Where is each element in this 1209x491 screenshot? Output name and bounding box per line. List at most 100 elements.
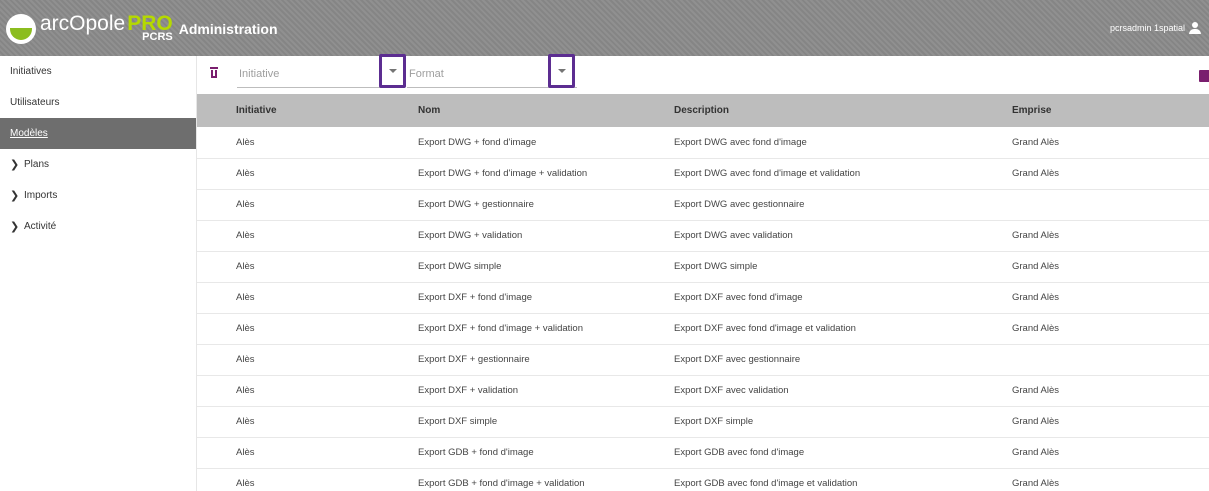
cell-emprise: Grand Alès: [1012, 447, 1059, 458]
table-header-row: Initiative Nom Description Emprise: [197, 94, 1209, 127]
table-row[interactable]: Alès Export DXF + gestionnaire Export DXF …: [197, 344, 1209, 375]
cell-initiative: Alès: [236, 261, 255, 272]
table-row[interactable]: Alès Export DWG + fond d'image + validati…: [197, 158, 1209, 189]
cell-nom: Export DXF + fond d'image: [418, 292, 533, 303]
cell-description: Export GDB avec fond d'image: [674, 447, 805, 458]
cell-emprise: Grand Alès: [1012, 136, 1059, 148]
export-icon[interactable]: [1199, 70, 1209, 82]
cell-description: Export DXF avec validation: [674, 385, 789, 396]
cell-initiative: Alès: [236, 447, 255, 458]
cell-nom: Export GDB + fond d'image + validation: [418, 478, 585, 489]
table-row[interactable]: Alès Export DXF + fond d'image Export DXF …: [197, 282, 1209, 313]
person-icon[interactable]: [1189, 22, 1201, 34]
sidebar: Initiatives Utilisateurs Modèles ❯ Plans…: [0, 56, 197, 491]
cell-emprise: Grand Alès: [1012, 168, 1059, 179]
cell-emprise: Grand Alès: [1012, 292, 1059, 303]
cell-nom: Export DWG simple: [418, 261, 502, 272]
cell-description: Export DXF simple: [674, 416, 754, 427]
cell-description: Export DXF avec fond d'image: [674, 292, 803, 303]
chevron-right-icon: ❯: [10, 190, 20, 202]
logo-sub-text: PCRS: [142, 31, 173, 43]
table-row[interactable]: Alès Export GDB + fond d'image Export GDB …: [197, 437, 1209, 468]
column-header-nom[interactable]: Nom: [418, 94, 674, 127]
cell-description: Export DXF avec fond d'image et validati…: [674, 323, 856, 334]
table-row[interactable]: Alès Export DXF simple Export DXF simple Gr…: [197, 406, 1209, 437]
cell-nom: Export DWG + validation: [418, 230, 523, 241]
cell-description: Export DWG avec fond d'image: [674, 136, 807, 148]
chevron-down-icon: [557, 69, 566, 73]
cell-emprise: [1012, 344, 1209, 375]
table-row[interactable]: Alès Export DWG simple Export DWG simple Gr…: [197, 251, 1209, 282]
cell-initiative: Alès: [236, 478, 255, 489]
cell-description: Export DWG simple: [674, 261, 758, 272]
cell-nom: Export DXF + fond d'image + validation: [418, 323, 583, 334]
sidebar-item-label: Utilisateurs: [10, 97, 60, 108]
cell-initiative: Alès: [236, 230, 255, 241]
user-name: pcrsadmin 1spatial: [1109, 23, 1185, 33]
sidebar-item-initiatives[interactable]: Initiatives: [0, 56, 196, 87]
chevron-down-icon: [388, 69, 397, 73]
cell-nom: Export GDB + fond d'image: [418, 447, 534, 458]
app-header: arcOpole PRO PCRS Administration pcrsadm…: [0, 0, 1209, 56]
cell-nom: Export DWG + fond d'image: [418, 136, 537, 148]
cell-initiative: Alès: [236, 136, 255, 148]
cell-emprise: Grand Alès: [1012, 261, 1059, 272]
cell-emprise: Grand Alès: [1012, 230, 1059, 241]
cell-initiative: Alès: [236, 292, 255, 303]
column-header-emprise[interactable]: Emprise: [1012, 94, 1209, 127]
sidebar-item-label: Activité: [24, 221, 57, 232]
sidebar-item-utilisateurs[interactable]: Utilisateurs: [0, 87, 196, 118]
table-body: Alès Export DWG + fond d'image Export DWG …: [197, 127, 1209, 491]
app-logo[interactable]: arcOpole PRO PCRS: [6, 0, 173, 56]
cell-initiative: Alès: [236, 168, 255, 179]
cell-description: Export DWG avec validation: [674, 230, 793, 241]
cell-nom: Export DXF + gestionnaire: [418, 354, 530, 365]
cell-description: Export DWG avec gestionnaire: [674, 199, 805, 210]
format-dropdown-button[interactable]: [548, 54, 575, 88]
table-row[interactable]: Alès Export GDB + fond d'image + validati…: [197, 468, 1209, 491]
table-row[interactable]: Alès Export DWG + gestionnaire Export DWG …: [197, 189, 1209, 220]
sidebar-item-imports[interactable]: ❯ Imports: [0, 180, 196, 211]
sidebar-item-label: Initiatives: [10, 66, 52, 77]
app-title: Administration: [178, 21, 278, 37]
cell-nom: Export DWG + fond d'image + validation: [418, 168, 588, 179]
cell-initiative: Alès: [236, 416, 255, 427]
chevron-right-icon: ❯: [10, 159, 20, 171]
sidebar-item-label: Plans: [24, 159, 50, 170]
column-header-description[interactable]: Description: [674, 94, 1012, 127]
sidebar-item-label: Imports: [24, 190, 58, 201]
cell-emprise: Grand Alès: [1012, 478, 1059, 489]
logo-main-text: arcOpole: [40, 12, 126, 35]
filter-toolbar: [197, 56, 1209, 94]
table-row[interactable]: Alès Export DWG + fond d'image Export DWG …: [197, 127, 1209, 158]
sidebar-item-label: Modèles: [10, 128, 48, 139]
cell-initiative: Alès: [236, 385, 255, 396]
cell-initiative: Alès: [236, 199, 255, 210]
cell-description: Export GDB avec fond d'image et validati…: [674, 478, 858, 489]
sidebar-item-plans[interactable]: ❯ Plans: [0, 149, 196, 180]
cell-nom: Export DWG + gestionnaire: [418, 199, 534, 210]
cell-emprise: Grand Alès: [1012, 323, 1059, 334]
cell-description: Export DWG avec fond d'image et validati…: [674, 168, 861, 179]
chevron-right-icon: ❯: [10, 221, 20, 233]
models-table: Initiative Nom Description Emprise Alès E…: [197, 94, 1209, 491]
cell-emprise: Grand Alès: [1012, 385, 1059, 396]
cell-emprise: [1012, 189, 1209, 220]
cell-nom: Export DXF simple: [418, 416, 498, 427]
cell-nom: Export DXF + validation: [418, 385, 519, 396]
table-row[interactable]: Alès Export DXF + fond d'image + validati…: [197, 313, 1209, 344]
column-header-initiative[interactable]: Initiative: [197, 94, 418, 127]
user-menu[interactable]: pcrsadmin 1spatial: [1110, 22, 1201, 34]
cell-description: Export DXF avec gestionnaire: [674, 354, 801, 365]
logo-text: arcOpole PRO PCRS: [40, 13, 173, 43]
logo-mark-icon: [6, 14, 36, 44]
initiative-dropdown-button[interactable]: [379, 54, 406, 88]
table-row[interactable]: Alès Export DXF + validation Export DXF av…: [197, 375, 1209, 406]
cell-initiative: Alès: [236, 354, 255, 365]
cell-emprise: Grand Alès: [1012, 416, 1059, 427]
sidebar-item-activite[interactable]: ❯ Activité: [0, 211, 196, 242]
sidebar-item-modeles[interactable]: Modèles: [0, 118, 196, 149]
trash-icon[interactable]: [209, 67, 221, 81]
table-row[interactable]: Alès Export DWG + validation Export DWG av…: [197, 220, 1209, 251]
cell-initiative: Alès: [236, 323, 255, 334]
